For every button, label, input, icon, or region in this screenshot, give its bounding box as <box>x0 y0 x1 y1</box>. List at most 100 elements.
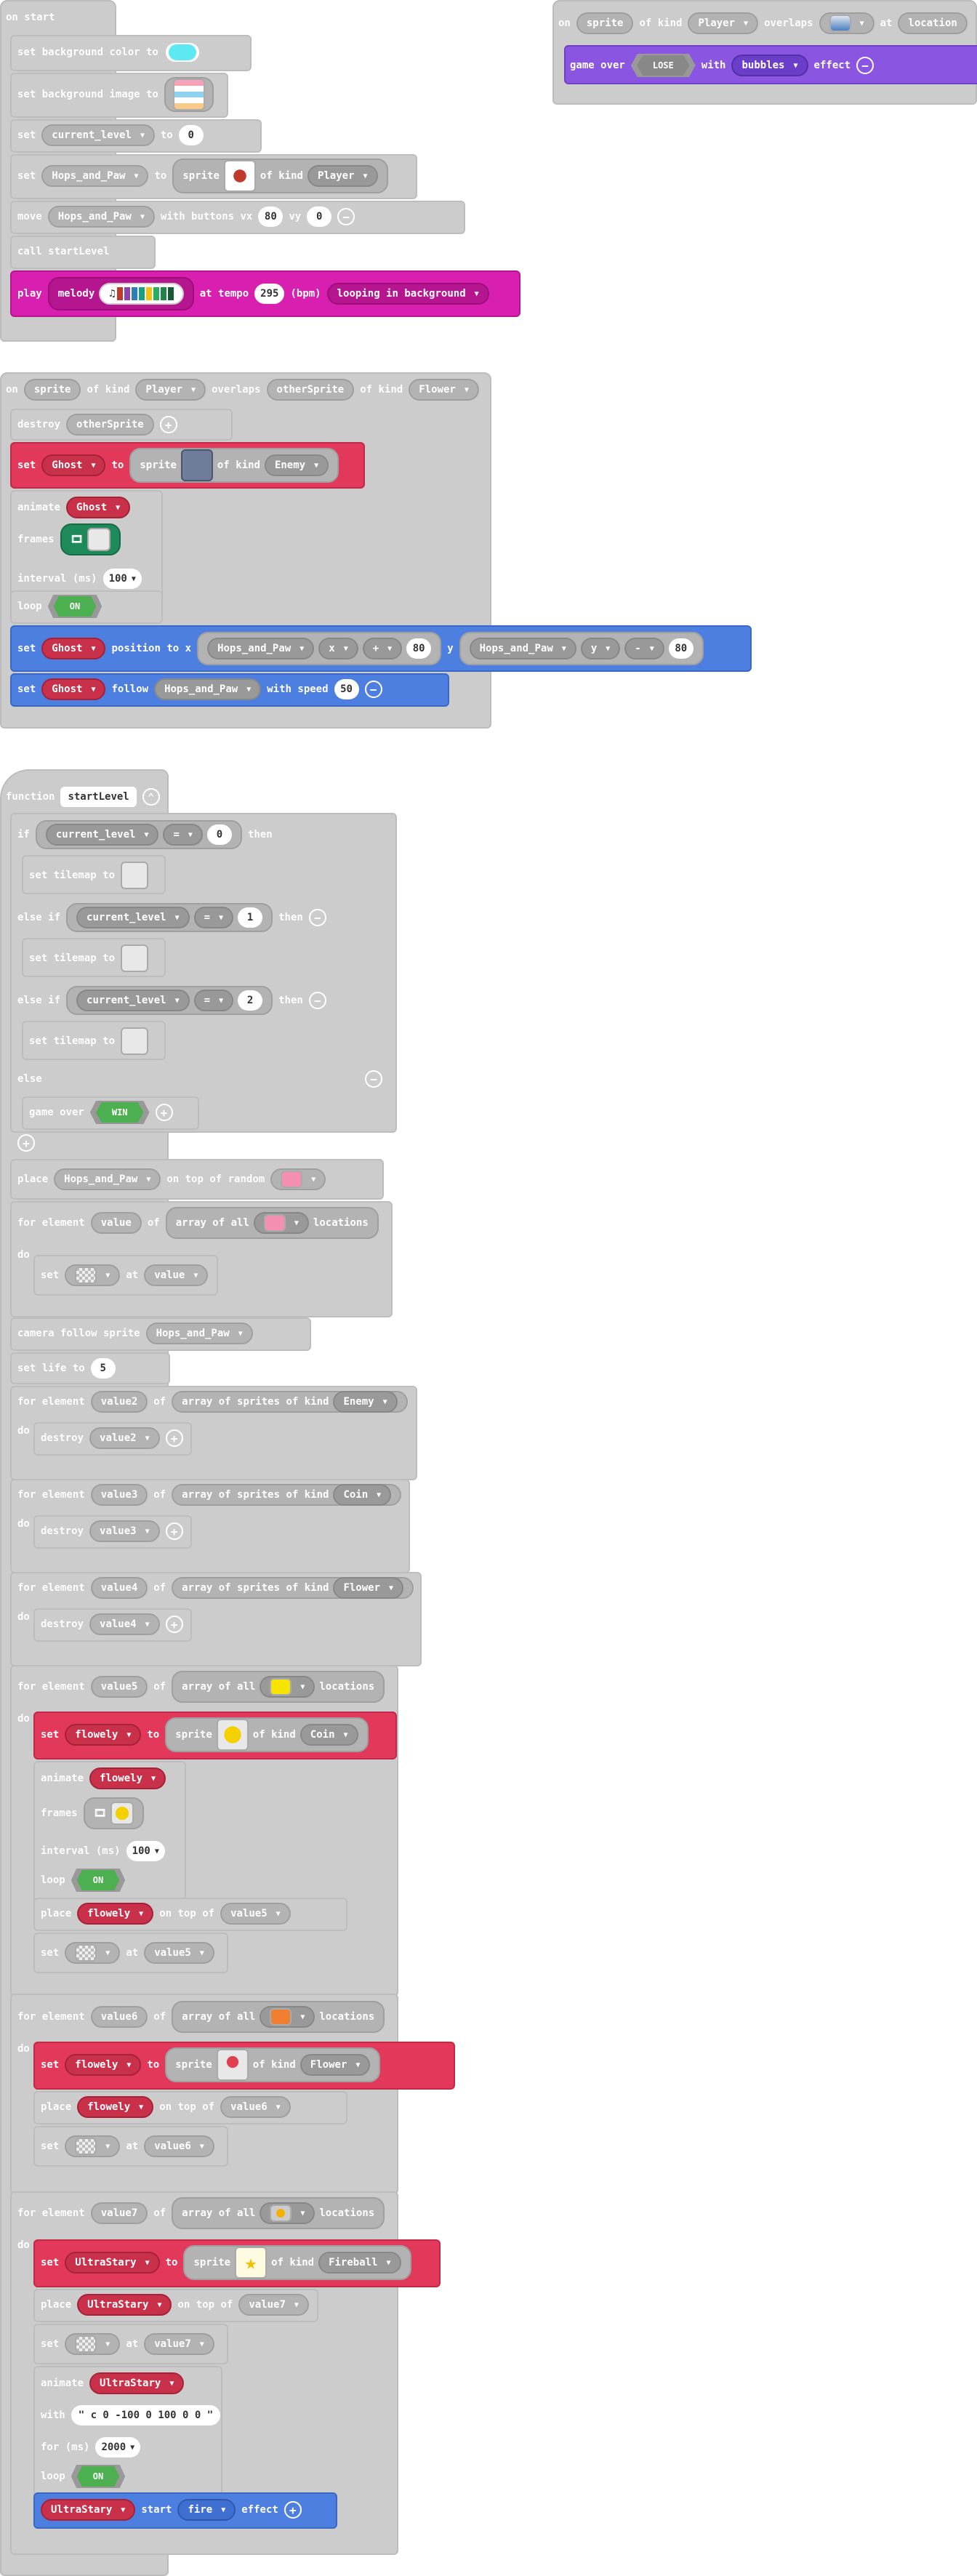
value5-var[interactable]: value5 <box>220 1903 291 1925</box>
compare-value[interactable]: 1 <box>238 907 263 928</box>
value4-var[interactable]: value4 <box>89 1613 160 1635</box>
vx-value[interactable]: 80 <box>258 206 284 227</box>
ghost-var[interactable]: Ghost <box>41 638 106 659</box>
y-prop[interactable]: y <box>580 638 621 659</box>
flowely-var[interactable]: flowely <box>65 1724 142 1746</box>
remove-branch-icon[interactable]: − <box>365 1070 382 1088</box>
tile-picker[interactable] <box>253 1212 309 1234</box>
value7-var[interactable]: value7 <box>144 2333 214 2355</box>
array-sprites-expr[interactable]: array of sprites of kind Coin <box>172 1484 402 1506</box>
destroy-var[interactable]: otherSprite <box>66 414 154 436</box>
tile-picker[interactable] <box>65 2135 121 2157</box>
tile-picker[interactable] <box>260 2006 315 2028</box>
tile-picker[interactable] <box>819 12 875 34</box>
interval-value[interactable]: 100 <box>126 1841 165 1861</box>
bubbles-dropdown[interactable]: bubbles <box>731 55 808 76</box>
hops-var[interactable]: Hops_and_Paw <box>41 165 149 187</box>
value4-var[interactable]: value4 <box>90 1577 148 1599</box>
hops-var[interactable]: Hops_and_Paw <box>207 638 315 659</box>
kind-coin[interactable]: Coin <box>333 1484 392 1506</box>
kind-fireball[interactable]: Fireball <box>318 2252 401 2274</box>
function-name[interactable]: startLevel <box>60 787 137 807</box>
ghost-var[interactable]: Ghost <box>41 678 106 700</box>
sprite-var[interactable]: sprite <box>576 12 634 34</box>
compare-expr[interactable]: current_level = 0 <box>35 820 242 849</box>
value2-var[interactable]: value2 <box>89 1427 160 1449</box>
plus-op[interactable]: + <box>362 638 403 659</box>
tile-picker[interactable] <box>260 1676 315 1698</box>
array-expr[interactable]: array of all locations <box>172 1671 385 1703</box>
ultra-var[interactable]: UltraStary <box>89 2372 185 2394</box>
life-value[interactable]: 5 <box>90 1358 116 1379</box>
value7-var[interactable]: value7 <box>90 2202 148 2224</box>
bg-image-picker[interactable] <box>164 77 214 112</box>
expand-icon[interactable]: + <box>159 416 177 433</box>
tile-picker[interactable] <box>65 1942 121 1964</box>
other-sprite-var[interactable]: otherSprite <box>266 379 355 401</box>
compare-expr[interactable]: current_level = 2 <box>66 986 273 1015</box>
tilemap-image[interactable] <box>121 862 149 889</box>
kind-player[interactable]: Player <box>688 12 759 34</box>
value3-var[interactable]: value3 <box>90 1484 148 1506</box>
color-swatch[interactable] <box>164 41 201 63</box>
flowely-var[interactable]: flowely <box>77 1903 154 1925</box>
kind-flower[interactable]: Flower <box>409 379 479 401</box>
expand-icon[interactable]: + <box>284 2501 302 2519</box>
sprite-expr[interactable]: sprite of kind Flower <box>165 2047 381 2082</box>
kind-flower[interactable]: Flower <box>299 2054 371 2076</box>
collapse-icon[interactable]: − <box>337 208 355 225</box>
win-toggle[interactable]: WIN <box>89 1101 150 1124</box>
melody-picker[interactable]: ♫ <box>99 283 184 305</box>
value-var[interactable]: value <box>90 1212 142 1234</box>
y-offset[interactable]: 80 <box>668 638 693 659</box>
hops-var[interactable]: Hops_and_Paw <box>154 678 262 700</box>
array-expr[interactable]: array of all locations <box>172 2197 385 2229</box>
current-level-var[interactable]: current_level <box>41 124 155 146</box>
cur-level-var[interactable]: current_level <box>76 990 190 1011</box>
compare-expr[interactable]: current_level = 1 <box>66 903 273 932</box>
melody-expr[interactable]: melody ♫ <box>47 277 194 310</box>
tilemap-image[interactable] <box>121 1027 149 1055</box>
sprite-expr[interactable]: sprite ★ of kind Fireball <box>183 2245 411 2280</box>
kind-enemy[interactable]: Enemy <box>333 1391 398 1413</box>
ms-value[interactable]: 2000 <box>95 2437 141 2457</box>
array-expr[interactable]: array of all locations <box>165 1207 379 1239</box>
remove-branch-icon[interactable]: − <box>308 909 326 926</box>
flowely-var[interactable]: flowely <box>77 2096 154 2118</box>
kind-player[interactable]: Player <box>307 165 378 187</box>
player-sprite-image[interactable] <box>223 160 256 192</box>
flowely-var[interactable]: flowely <box>89 1768 166 1789</box>
y-expr[interactable]: Hops_and_Paw y - 80 <box>459 632 704 665</box>
coin-sprite-image[interactable] <box>216 1719 249 1751</box>
array-expr[interactable]: array of all locations <box>172 2001 385 2033</box>
eq-op[interactable]: = <box>193 990 234 1011</box>
value2-var[interactable]: value2 <box>90 1391 148 1413</box>
add-branch-icon[interactable]: + <box>17 1134 35 1152</box>
array-sprites-expr[interactable]: array of sprites of kind Flower <box>172 1577 414 1599</box>
value6-var[interactable]: value6 <box>144 2135 214 2157</box>
frames-picker[interactable]: 🎞 <box>83 1797 145 1829</box>
collapse-icon[interactable]: − <box>364 681 382 698</box>
expand-icon[interactable]: + <box>165 1429 183 1447</box>
tilemap-image[interactable] <box>121 944 149 972</box>
tile-picker[interactable] <box>270 1168 326 1190</box>
value3-var[interactable]: value3 <box>89 1520 160 1542</box>
kind-player[interactable]: Player <box>135 379 206 401</box>
flowely-var[interactable]: flowely <box>65 2054 142 2076</box>
hops-var[interactable]: Hops_and_Paw <box>145 1323 253 1344</box>
path-string[interactable]: " c 0 -100 0 100 0 0 " <box>71 2405 221 2425</box>
hops-var[interactable]: Hops_and_Paw <box>54 1168 161 1190</box>
collapse-icon[interactable]: − <box>856 57 875 74</box>
value6-var[interactable]: value6 <box>220 2096 291 2118</box>
location-var[interactable]: location <box>898 12 968 34</box>
compare-value[interactable]: 0 <box>206 824 232 845</box>
lose-toggle[interactable]: LOSE <box>630 54 696 77</box>
tile-picker[interactable] <box>65 2333 121 2355</box>
compare-value[interactable]: 2 <box>238 990 263 1011</box>
value7-var[interactable]: value7 <box>238 2294 309 2316</box>
tile-picker[interactable] <box>260 2202 315 2224</box>
level-value[interactable]: 0 <box>178 125 204 145</box>
vy-value[interactable]: 0 <box>307 206 332 227</box>
minus-op[interactable]: - <box>624 638 664 659</box>
hops-var[interactable]: Hops_and_Paw <box>469 638 576 659</box>
